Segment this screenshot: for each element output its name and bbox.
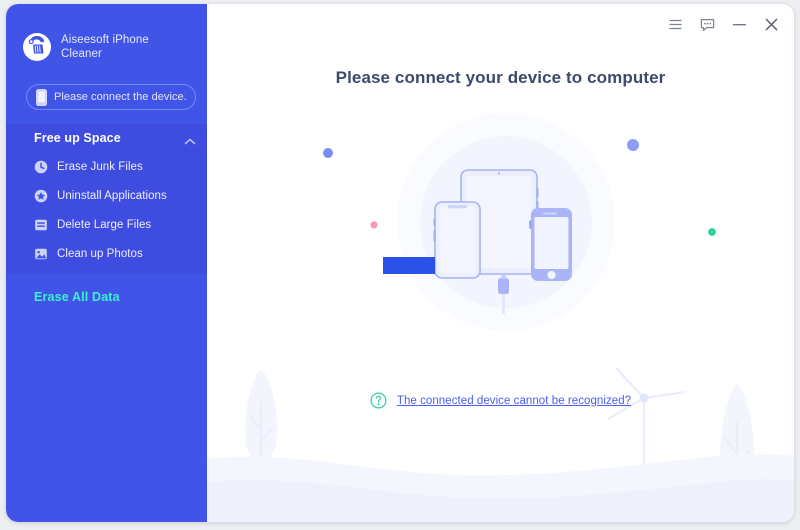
brand-title: Aiseesoft iPhone Cleaner (61, 34, 149, 60)
file-list-icon (34, 218, 48, 232)
sidebar-item-label: Erase Junk Files (57, 160, 143, 173)
sidebar-item-clean-up-photos[interactable]: Clean up Photos (6, 239, 207, 268)
device-status-button[interactable]: Please connect the device. (26, 84, 196, 110)
phone-icon (36, 88, 47, 106)
window-controls (667, 16, 780, 33)
broom-cleaner-icon (22, 32, 52, 62)
iphone-home-button-device (529, 208, 572, 281)
device-not-recognized-link[interactable]: The connected device cannot be recognize… (397, 395, 631, 407)
sidebar-item-erase-all-data[interactable]: Erase All Data (34, 290, 120, 304)
sidebar-item-uninstall-applications[interactable]: Uninstall Applications (6, 181, 207, 210)
iphone-x-device (433, 201, 481, 279)
brand: Aiseesoft iPhone Cleaner (22, 26, 197, 68)
device-status-label: Please connect the device. (54, 91, 187, 103)
section-title: Free up Space (34, 131, 121, 145)
app-window: Aiseesoft iPhone Cleaner Please connect … (6, 4, 794, 522)
sidebar-item-label: Delete Large Files (57, 218, 152, 231)
feedback-bubble-icon[interactable] (699, 16, 716, 33)
dot-green (708, 228, 716, 236)
dot-blue-right (627, 139, 639, 151)
sidebar-item-erase-junk-files[interactable]: Erase Junk Files (6, 152, 207, 181)
section-free-up-space: Free up Space Erase Junk Files Uninstall… (6, 124, 207, 274)
menu-icon[interactable] (667, 16, 684, 33)
minimize-icon[interactable] (731, 16, 748, 33)
photo-icon (34, 247, 48, 261)
clock-icon (34, 160, 48, 174)
chevron-up-icon[interactable] (184, 133, 196, 145)
sidebar-item-label: Clean up Photos (57, 247, 143, 260)
progress-block (383, 257, 435, 274)
sidebar-item-delete-large-files[interactable]: Delete Large Files (6, 210, 207, 239)
help-row: The connected device cannot be recognize… (207, 392, 794, 409)
main-content: Please connect your device to computer T… (207, 4, 794, 522)
dot-blue-left (323, 148, 333, 158)
page-title: Please connect your device to computer (335, 68, 666, 87)
sidebar-item-label: Uninstall Applications (57, 189, 167, 202)
section-header-free-up-space[interactable]: Free up Space (6, 124, 207, 152)
question-mark-circle-icon[interactable] (370, 392, 387, 409)
sidebar: Aiseesoft iPhone Cleaner Please connect … (6, 4, 207, 522)
star-circle-icon (34, 189, 48, 203)
dot-pink (370, 221, 378, 229)
close-icon[interactable] (763, 16, 780, 33)
